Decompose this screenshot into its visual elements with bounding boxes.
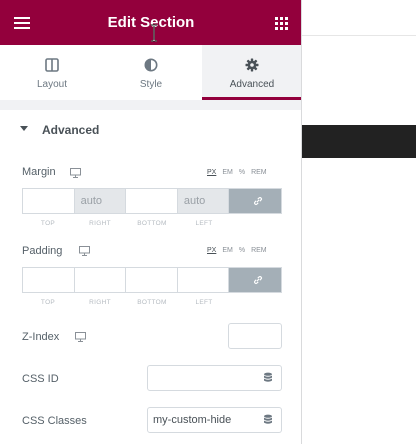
side-label-left: LEFT (195, 220, 213, 227)
tab-advanced[interactable]: Advanced (202, 45, 301, 100)
columns-icon (45, 58, 59, 72)
css-id-input[interactable] (147, 365, 256, 391)
zindex-label: Z-Index (22, 331, 60, 343)
tab-style-label: Style (139, 79, 163, 90)
tab-layout[interactable]: Layout (2, 45, 102, 100)
section-title: Advanced (42, 123, 100, 137)
side-label-bottom: BOTTOM (137, 220, 167, 227)
canvas-divider (302, 35, 416, 36)
padding-dimensions (22, 267, 282, 293)
side-label-bottom: BOTTOM (137, 299, 167, 306)
margin-label: Margin (22, 166, 56, 178)
unit-percent[interactable]: % (239, 169, 245, 176)
padding-top-input[interactable] (23, 268, 75, 292)
margin-unit-switcher: PX EM% REM (207, 169, 273, 176)
unit-px[interactable]: PX (207, 169, 216, 176)
editor-panel: Edit Section Layout Style Advanced Advan… (0, 0, 302, 444)
database-icon (264, 414, 272, 424)
margin-link-button[interactable] (229, 189, 282, 213)
section-toggle-advanced[interactable]: Advanced (0, 110, 301, 150)
css-classes-label: CSS Classes (22, 415, 87, 427)
dynamic-tags-button[interactable] (255, 407, 282, 433)
side-label-left: LEFT (195, 299, 213, 306)
css-classes-input[interactable]: my-custom-hide (147, 407, 256, 433)
widgets-grid-icon[interactable] (275, 17, 288, 30)
margin-bottom-input[interactable] (126, 189, 178, 213)
margin-side-labels: TOP RIGHT BOTTOM LEFT (22, 220, 282, 227)
tab-advanced-label: Advanced (229, 79, 275, 90)
canvas-dark-strip (302, 125, 416, 158)
margin-top-input[interactable] (23, 189, 75, 213)
gear-icon (245, 58, 259, 72)
side-label-right: RIGHT (89, 299, 111, 306)
panel-tabs: Layout Style Advanced (0, 45, 301, 100)
margin-right-input[interactable]: auto (74, 189, 127, 213)
half-circle-icon (144, 58, 158, 72)
responsive-desktop-icon[interactable] (70, 168, 81, 178)
unit-em[interactable]: EM (222, 169, 233, 176)
padding-bottom-input[interactable] (126, 268, 178, 292)
responsive-desktop-icon[interactable] (79, 246, 90, 256)
tab-style[interactable]: Style (101, 45, 201, 100)
zindex-input[interactable] (228, 323, 282, 349)
unit-px[interactable]: PX (207, 247, 216, 254)
padding-unit-switcher: PX EM% REM (207, 247, 273, 254)
padding-right-input[interactable] (74, 268, 127, 292)
padding-link-button[interactable] (229, 268, 282, 292)
side-label-top: TOP (40, 220, 56, 227)
database-icon (264, 372, 272, 382)
side-label-right: RIGHT (89, 220, 111, 227)
margin-dimensions: auto auto (22, 188, 282, 214)
css-id-label: CSS ID (22, 373, 59, 385)
link-icon (254, 276, 263, 284)
dynamic-tags-button[interactable] (255, 365, 282, 391)
link-icon (254, 197, 263, 205)
padding-side-labels: TOP RIGHT BOTTOM LEFT (22, 299, 282, 306)
side-label-top: TOP (40, 299, 56, 306)
unit-em[interactable]: EM (222, 247, 233, 254)
controls-area: Margin PX EM% REM auto auto TOP RIGHT BO… (0, 150, 301, 444)
tab-layout-label: Layout (36, 79, 68, 90)
text-cursor-icon (151, 24, 157, 42)
unit-rem[interactable]: REM (251, 169, 267, 176)
padding-label: Padding (22, 245, 63, 257)
responsive-desktop-icon[interactable] (75, 332, 86, 342)
margin-left-input[interactable]: auto (177, 189, 230, 213)
unit-percent[interactable]: % (239, 247, 245, 254)
caret-down-icon (20, 126, 28, 131)
padding-left-input[interactable] (177, 268, 230, 292)
panel-header: Edit Section (0, 0, 301, 45)
unit-rem[interactable]: REM (251, 247, 267, 254)
